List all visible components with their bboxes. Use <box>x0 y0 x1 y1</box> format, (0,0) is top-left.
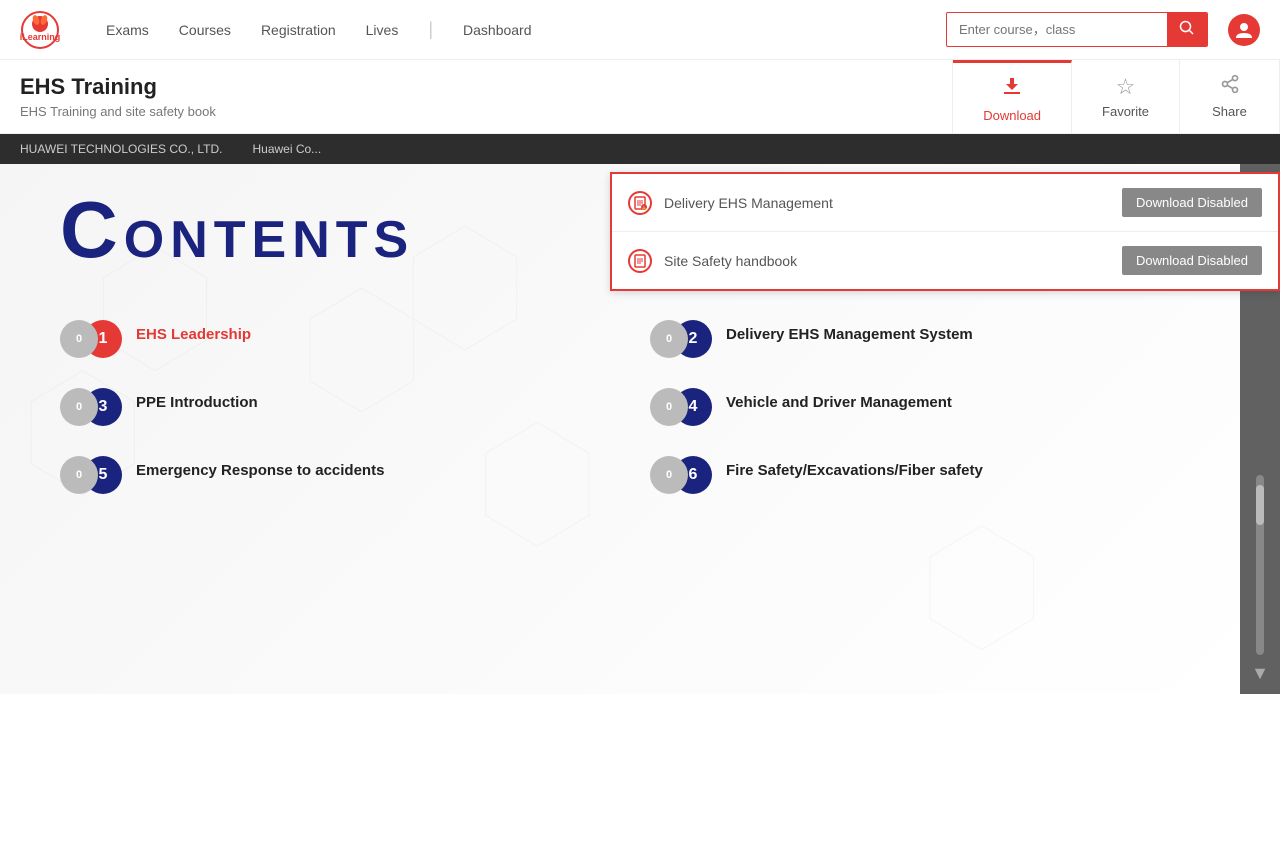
item-number-1: 0 1 <box>60 320 122 358</box>
file-name-2: Site Safety handbook <box>664 253 1122 269</box>
course-header: EHS Training EHS Training and site safet… <box>0 60 1280 134</box>
search-button[interactable] <box>1167 13 1207 46</box>
share-label: Share <box>1212 104 1247 119</box>
download-disabled-btn-2[interactable]: Download Disabled <box>1122 246 1262 275</box>
download-dropdown: 🔒 Delivery EHS Management Download Disab… <box>610 172 1280 291</box>
contents-grid: 0 1 EHS Leadership 0 2 Delivery EHS Mana… <box>60 320 1180 494</box>
course-actions: Download ☆ Favorite Share <box>952 60 1280 133</box>
nav-lives[interactable]: Lives <box>366 22 399 38</box>
dropdown-item-2: Site Safety handbook Download Disabled <box>612 232 1278 289</box>
user-icon <box>1234 20 1254 40</box>
svg-text:🔒: 🔒 <box>642 205 647 210</box>
search-input[interactable] <box>947 16 1167 43</box>
company-name: HUAWEI TECHNOLOGIES CO., LTD. <box>20 142 222 156</box>
download-icon <box>1000 74 1024 104</box>
dropdown-item-1: 🔒 Delivery EHS Management Download Disab… <box>612 174 1278 232</box>
favorite-label: Favorite <box>1102 104 1149 119</box>
item-number-5: 0 5 <box>60 456 122 494</box>
download-action[interactable]: Download <box>953 60 1072 133</box>
file-svg-2 <box>633 254 647 268</box>
scroll-down-icon[interactable]: ▼ <box>1251 663 1269 684</box>
num-bg-2: 0 <box>650 320 688 358</box>
company-description: Huawei Co... <box>252 142 321 156</box>
nav-courses[interactable]: Courses <box>179 22 231 38</box>
main-nav: Exams Courses Registration Lives | Dashb… <box>106 19 946 40</box>
list-item: 0 6 Fire Safety/Excavations/Fiber safety <box>650 456 1180 494</box>
item-number-4: 0 4 <box>650 388 712 426</box>
list-item: 0 3 PPE Introduction <box>60 388 590 426</box>
download-svg <box>1000 74 1024 98</box>
scroll-track <box>1256 475 1264 655</box>
search-icon <box>1179 20 1195 36</box>
item-number-2: 0 2 <box>650 320 712 358</box>
item-text-2: Delivery EHS Management System <box>726 320 973 343</box>
file-icon-2 <box>628 249 652 273</box>
contents-rest: ONTENTS <box>124 211 414 269</box>
item-number-6: 0 6 <box>650 456 712 494</box>
list-item: 0 2 Delivery EHS Management System <box>650 320 1180 358</box>
search-bar <box>946 12 1208 47</box>
list-item: 0 4 Vehicle and Driver Management <box>650 388 1180 426</box>
nav-exams[interactable]: Exams <box>106 22 149 38</box>
big-c: C <box>60 185 124 274</box>
file-name-1: Delivery EHS Management <box>664 195 1122 211</box>
file-svg-1: 🔒 <box>633 196 647 210</box>
num-bg-4: 0 <box>650 388 688 426</box>
num-bg-6: 0 <box>650 456 688 494</box>
share-icon <box>1220 74 1240 100</box>
list-item: 0 1 EHS Leadership <box>60 320 590 358</box>
favorite-icon: ☆ <box>1116 74 1136 100</box>
item-text-1: EHS Leadership <box>136 320 251 343</box>
scrollbar-area: ▼ <box>1251 254 1269 694</box>
nav-dashboard[interactable]: Dashboard <box>463 22 532 38</box>
scroll-thumb[interactable] <box>1256 485 1264 525</box>
favorite-action[interactable]: ☆ Favorite <box>1072 60 1180 133</box>
num-bg-3: 0 <box>60 388 98 426</box>
share-svg <box>1220 74 1240 94</box>
item-text-3: PPE Introduction <box>136 388 258 411</box>
course-info: EHS Training EHS Training and site safet… <box>0 60 952 133</box>
nav-divider: | <box>428 19 433 40</box>
svg-text:iLearning: iLearning <box>20 32 60 42</box>
item-text-5: Emergency Response to accidents <box>136 456 384 479</box>
num-bg-1: 0 <box>60 320 98 358</box>
course-title: EHS Training <box>20 74 932 100</box>
header: iLearning Exams Courses Registration Liv… <box>0 0 1280 60</box>
company-bar: HUAWEI TECHNOLOGIES CO., LTD. Huawei Co.… <box>0 134 1280 164</box>
file-icon-1: 🔒 <box>628 191 652 215</box>
logo[interactable]: iLearning <box>20 10 66 50</box>
item-text-6: Fire Safety/Excavations/Fiber safety <box>726 456 983 479</box>
download-label: Download <box>983 108 1041 123</box>
course-subtitle: EHS Training and site safety book <box>20 104 932 119</box>
share-action[interactable]: Share <box>1180 60 1280 133</box>
avatar[interactable] <box>1228 14 1260 46</box>
num-bg-5: 0 <box>60 456 98 494</box>
item-text-4: Vehicle and Driver Management <box>726 388 952 411</box>
nav-registration[interactable]: Registration <box>261 22 336 38</box>
list-item: 0 5 Emergency Response to accidents <box>60 456 590 494</box>
item-number-3: 0 3 <box>60 388 122 426</box>
download-disabled-btn-1[interactable]: Download Disabled <box>1122 188 1262 217</box>
